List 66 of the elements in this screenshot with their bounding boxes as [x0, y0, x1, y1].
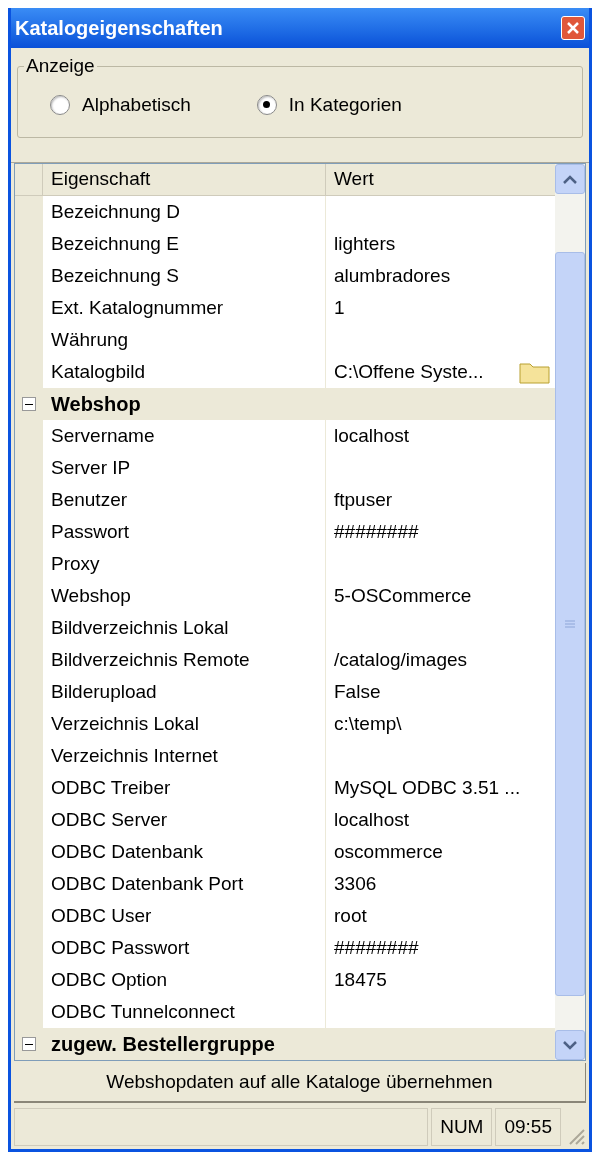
scroll-down-button[interactable]: [555, 1030, 585, 1060]
folder-icon[interactable]: [519, 360, 551, 384]
value-cell[interactable]: 18475: [326, 964, 555, 996]
value-cell[interactable]: lighters: [326, 228, 555, 260]
property-value: alumbradores: [334, 263, 451, 288]
property-value: lighters: [334, 231, 396, 256]
property-value: 5-OSCommerce: [334, 583, 472, 608]
property-value: 1: [334, 295, 345, 320]
value-cell[interactable]: 3306: [326, 868, 555, 900]
close-icon: [566, 21, 580, 35]
category-label[interactable]: zugew. Bestellergruppe: [51, 1029, 275, 1059]
value-cell[interactable]: False: [326, 676, 555, 708]
scroll-up-button[interactable]: [555, 164, 585, 194]
property-value: localhost: [334, 807, 409, 832]
radio-button[interactable]: [50, 94, 70, 115]
scroll-thumb[interactable]: [555, 252, 585, 996]
property-value: C:\Offene Syste...: [334, 359, 484, 384]
value-cell[interactable]: ftpuser: [326, 484, 555, 516]
scrollbar[interactable]: [555, 164, 585, 1060]
chevron-up-icon: [563, 174, 577, 184]
property-value: 18475: [334, 967, 387, 992]
value-cell[interactable]: ########: [326, 516, 555, 548]
apply-webshop-button[interactable]: Webshopdaten auf alle Kataloge übernehmen: [14, 1063, 586, 1103]
value-cell[interactable]: /catalog/images: [326, 644, 555, 676]
collapse-toggle-icon[interactable]: [22, 397, 36, 411]
property-name[interactable]: Proxy: [51, 549, 100, 579]
radio-option[interactable]: In Kategorien: [256, 90, 402, 119]
close-button[interactable]: [561, 16, 585, 40]
value-cell[interactable]: localhost: [326, 420, 555, 452]
value-cell[interactable]: alumbradores: [326, 260, 555, 292]
property-value: c:\temp\: [334, 711, 402, 736]
radio-button[interactable]: [256, 94, 277, 115]
value-cell[interactable]: C:\Offene Syste...: [326, 356, 555, 388]
value-cell[interactable]: MySQL ODBC 3.51 ...: [326, 772, 555, 804]
grip-icon: [565, 620, 575, 628]
property-value: ftpuser: [334, 487, 393, 512]
property-value: ########: [334, 935, 419, 960]
status-panel: NUM: [431, 1108, 493, 1146]
value-cell[interactable]: localhost: [326, 804, 555, 836]
value-cell[interactable]: root: [326, 900, 555, 932]
property-value: oscommerce: [334, 839, 443, 864]
category-label[interactable]: Webshop: [51, 389, 141, 419]
value-cell[interactable]: oscommerce: [326, 836, 555, 868]
value-cell[interactable]: c:\temp\: [326, 708, 555, 740]
column-header[interactable]: Eigenschaft: [43, 164, 326, 195]
value-cell[interactable]: [326, 996, 555, 1028]
collapse-toggle-icon[interactable]: [22, 1037, 36, 1051]
value-cell[interactable]: 1: [326, 292, 555, 324]
column-header[interactable]: Wert: [326, 164, 555, 195]
value-cell[interactable]: [326, 196, 555, 228]
property-value: 3306: [334, 871, 377, 896]
radio-label: Alphabetisch: [82, 92, 191, 117]
property-value: ########: [334, 519, 419, 544]
group-label: Anzeige: [25, 54, 96, 78]
property-value: localhost: [334, 423, 409, 448]
property-value: root: [334, 903, 367, 928]
radio-option[interactable]: Alphabetisch: [50, 90, 191, 119]
chevron-down-icon: [563, 1040, 577, 1050]
value-cell[interactable]: ########: [326, 932, 555, 964]
property-value: MySQL ODBC 3.51 ...: [334, 775, 521, 800]
value-cell[interactable]: 5-OSCommerce: [326, 580, 555, 612]
radio-label: In Kategorien: [288, 92, 402, 117]
property-value: False: [334, 679, 381, 704]
window-title: Katalogeigenschaften: [15, 16, 223, 41]
status-panel: 09:55: [495, 1108, 561, 1146]
property-value: /catalog/images: [334, 647, 468, 672]
